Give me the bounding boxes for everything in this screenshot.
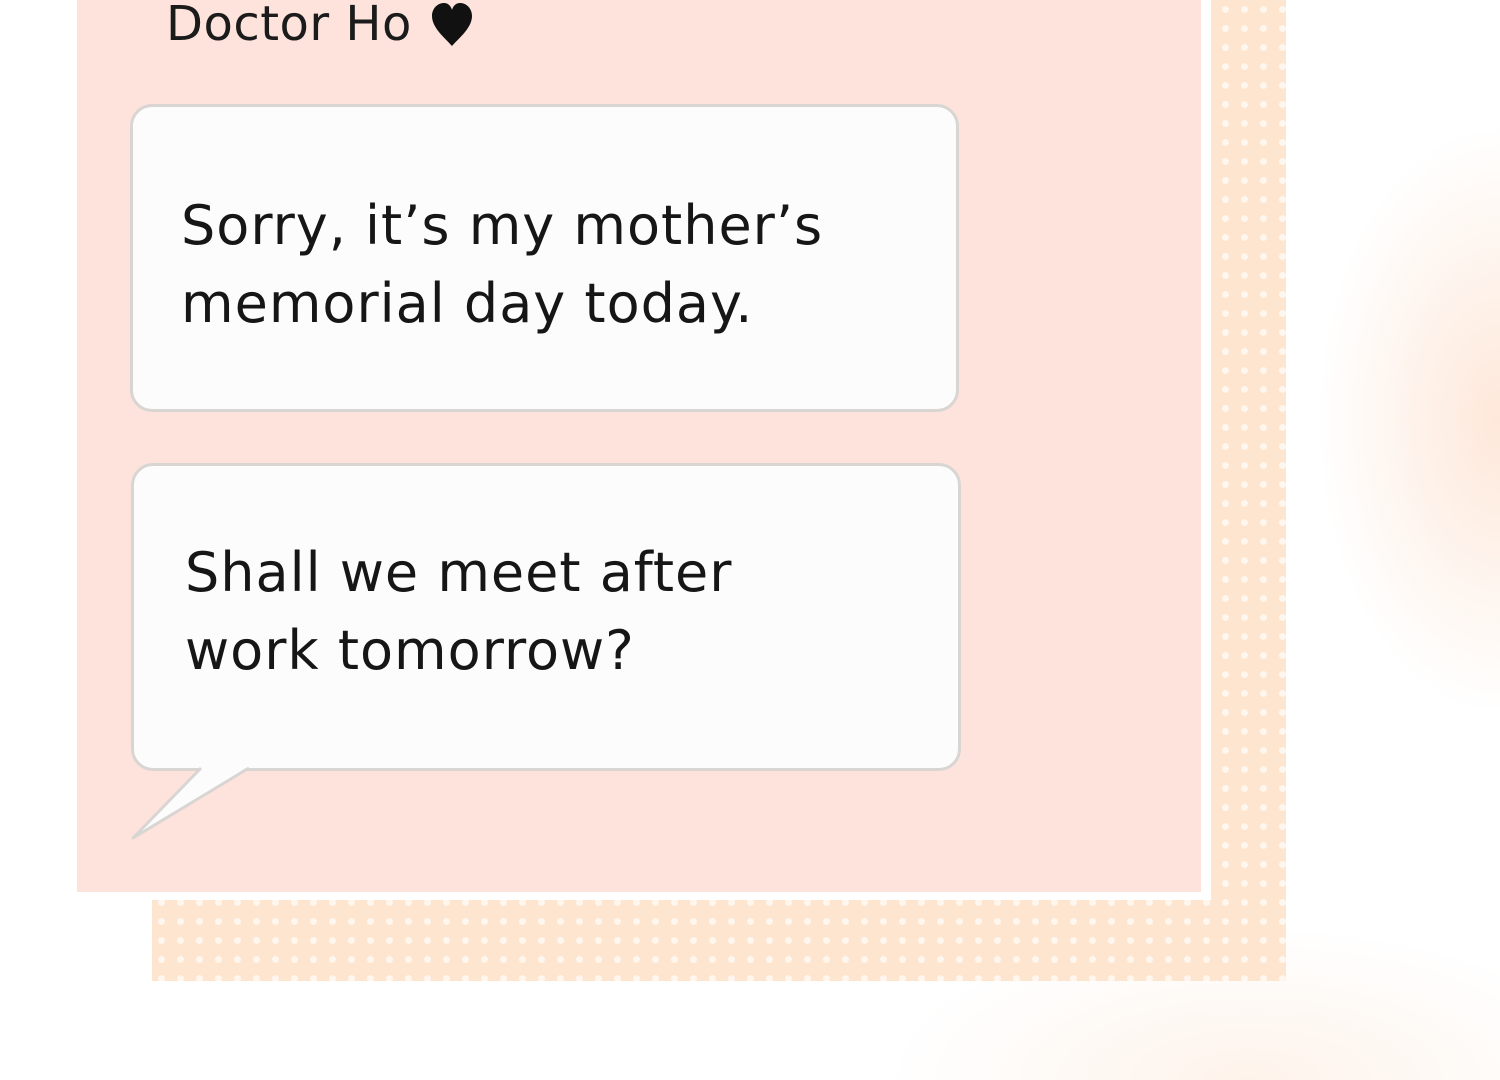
message-bubble: Shall we meet after work tomorrow? [131,463,961,771]
sender-name: Doctor Ho [166,0,412,52]
message-text: Shall we meet after work tomorrow? [185,534,732,690]
comic-panel-scene: Doctor Ho Sorry, it’s my mother’s memori… [0,0,1500,1080]
message-line: Sorry, it’s my mother’s [181,194,824,257]
message-bubble: Sorry, it’s my mother’s memorial day tod… [130,104,959,412]
message-line: work tomorrow? [185,619,635,682]
message-line: memorial day today. [181,272,754,335]
message-line: Shall we meet after [185,541,733,604]
speech-bubble-tail [131,766,250,840]
message-text: Sorry, it’s my mother’s memorial day tod… [181,187,823,343]
heart-icon [432,3,472,46]
